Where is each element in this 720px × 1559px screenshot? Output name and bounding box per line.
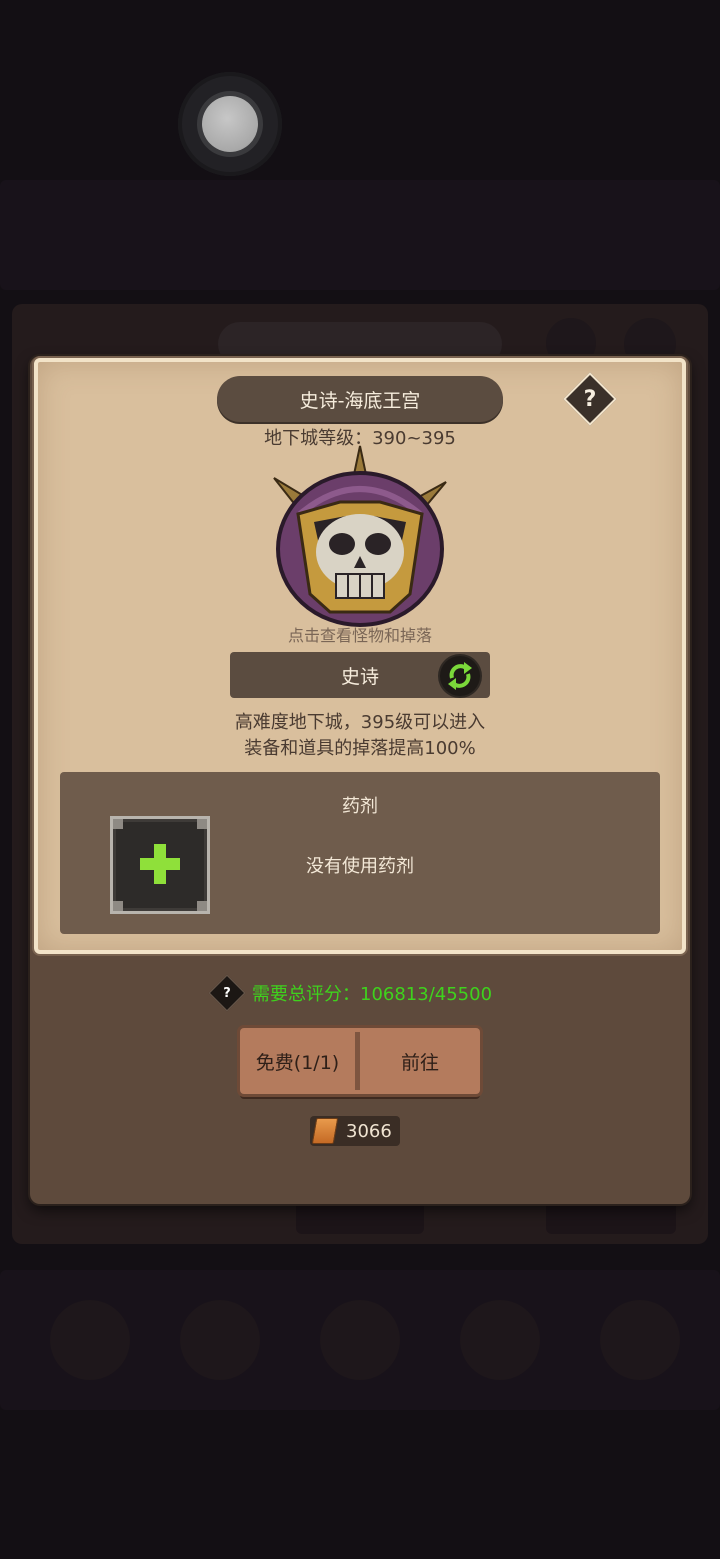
- free-entry-button[interactable]: 免费(1/1): [240, 1028, 355, 1094]
- boss-skull-helmet-icon[interactable]: [270, 444, 450, 634]
- difficulty-selector[interactable]: 史诗: [230, 652, 490, 698]
- potion-section: 药剂 没有使用药剂: [60, 772, 660, 934]
- score-requirement-text: 需要总评分：106813/45500: [252, 984, 493, 1005]
- dungeon-title: 史诗-海底王宫: [217, 376, 503, 422]
- go-button[interactable]: 前往: [360, 1028, 480, 1094]
- floating-button-core: [202, 96, 258, 152]
- question-icon: ?: [583, 386, 597, 412]
- currency-display: 3066: [310, 1116, 400, 1146]
- description-line-2: 装备和道具的掉落提高100%: [244, 738, 476, 759]
- add-potion-button[interactable]: [110, 816, 210, 914]
- score-requirement: ? 需要总评分：106813/45500: [208, 974, 493, 1012]
- score-help-button[interactable]: ?: [208, 974, 246, 1012]
- boss-hint: 点击查看怪物和掉落: [287, 626, 432, 645]
- refresh-icon[interactable]: [440, 656, 480, 696]
- potion-status: 没有使用药剂: [306, 856, 414, 877]
- currency-amount: 3066: [346, 1120, 392, 1142]
- action-buttons: 免费(1/1) 前往: [240, 1028, 480, 1094]
- potion-title: 药剂: [342, 796, 378, 817]
- scroll-icon: [311, 1118, 339, 1144]
- floating-assistive-button[interactable]: [178, 72, 282, 176]
- question-icon: ?: [223, 985, 231, 1001]
- description-line-1: 高难度地下城，395级可以进入: [234, 712, 486, 733]
